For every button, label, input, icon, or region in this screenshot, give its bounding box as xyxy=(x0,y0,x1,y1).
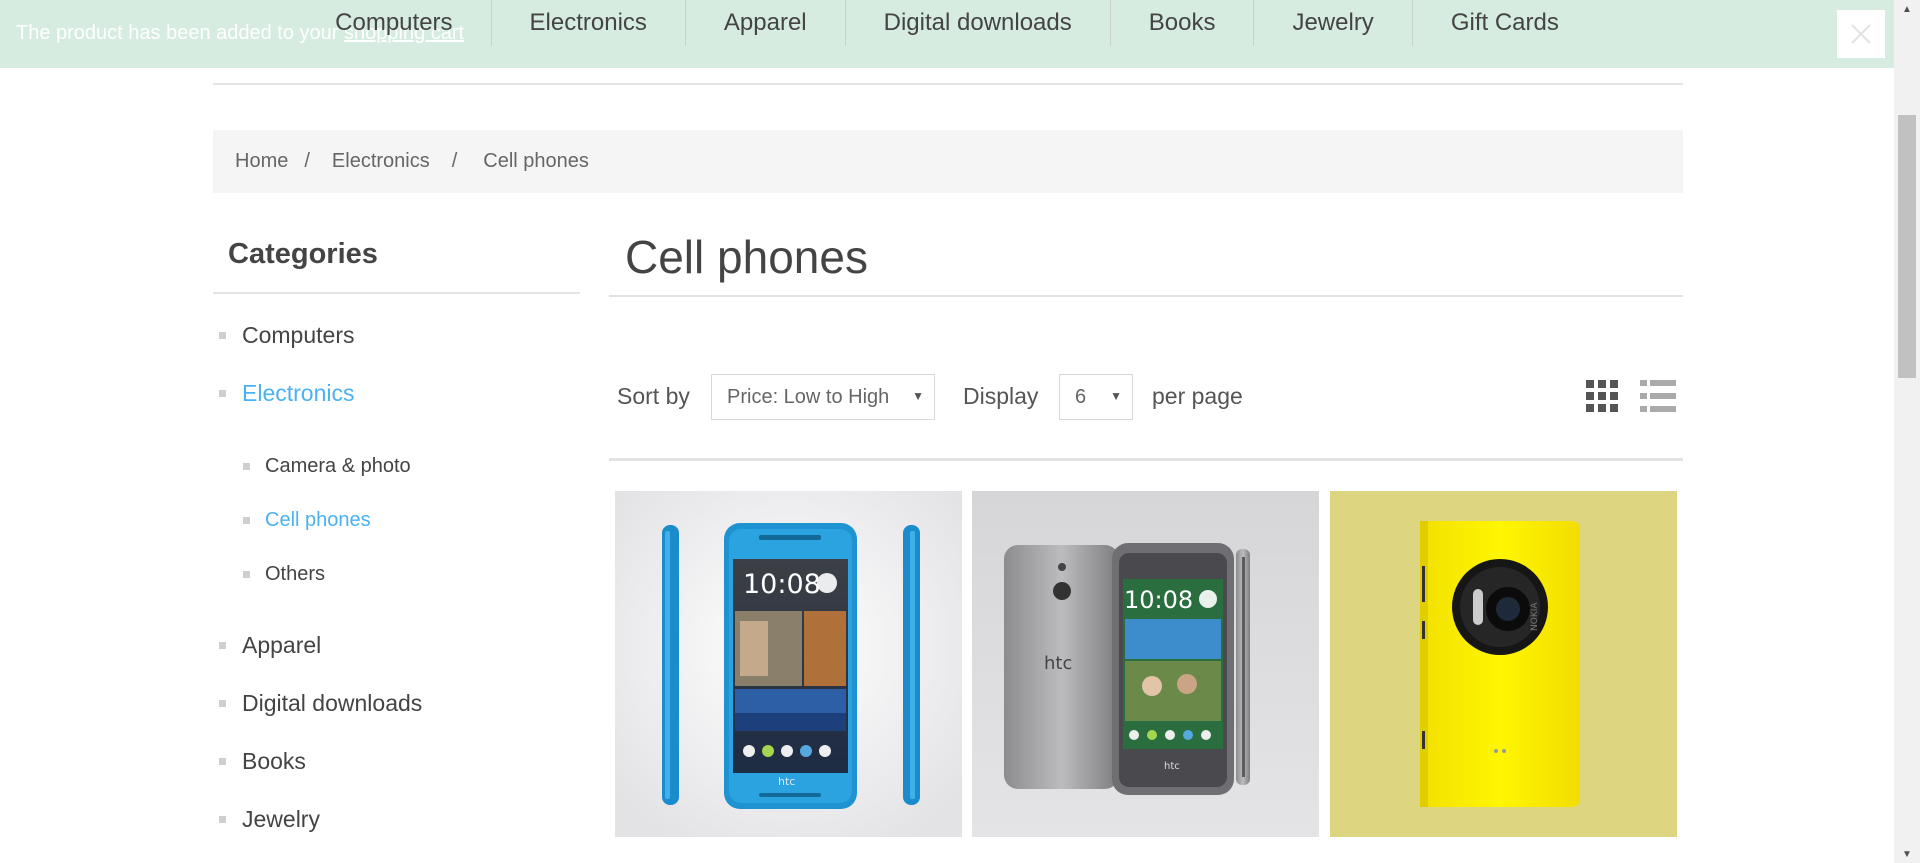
sort-by-label: Sort by xyxy=(617,383,690,409)
silver-htc-phone-image: htc 10:08 htc xyxy=(972,491,1319,837)
sidebar-item-electronics[interactable]: Electronics xyxy=(219,380,354,407)
sidebar-item-label: Books xyxy=(242,748,306,774)
top-menu-jewelry[interactable]: Jewelry xyxy=(1254,0,1413,46)
display-label: Display xyxy=(963,383,1039,409)
title-divider xyxy=(609,295,1683,297)
bullet-icon xyxy=(243,571,250,578)
list-view-icon xyxy=(1640,380,1676,412)
sidebar-item-books[interactable]: Books xyxy=(219,748,306,775)
top-menu-digital-downloads[interactable]: Digital downloads xyxy=(846,0,1111,46)
sidebar-subitem-label: Cell phones xyxy=(265,509,371,531)
sidebar-item-apparel[interactable]: Apparel xyxy=(219,632,321,659)
sort-by-value: Price: Low to High xyxy=(727,385,890,408)
phone-2-time-text: 10:08 xyxy=(1124,586,1193,614)
bullet-icon xyxy=(219,390,226,397)
bullet-icon xyxy=(243,517,250,524)
sidebar-subitem-cell-phones[interactable]: Cell phones xyxy=(243,509,371,532)
top-menu-electronics[interactable]: Electronics xyxy=(492,0,686,46)
breadcrumb-electronics[interactable]: Electronics xyxy=(332,150,430,173)
sidebar-item-label: Electronics xyxy=(242,380,355,406)
per-page-label: per page xyxy=(1152,383,1243,409)
sidebar-item-label: Digital downloads xyxy=(242,690,423,716)
sidebar-item-jewelry[interactable]: Jewelry xyxy=(219,806,320,833)
grid-view-icon xyxy=(1586,380,1618,412)
chevron-down-icon: ▼ xyxy=(912,389,924,403)
product-image-2[interactable]: htc 10:08 htc xyxy=(972,491,1319,837)
breadcrumb-home[interactable]: Home xyxy=(235,150,288,173)
top-menu-apparel[interactable]: Apparel xyxy=(686,0,846,46)
bullet-icon xyxy=(243,463,250,470)
toolbar-divider xyxy=(609,458,1683,461)
top-menu-books[interactable]: Books xyxy=(1111,0,1255,46)
close-icon xyxy=(1851,24,1871,44)
page-size-value: 6 xyxy=(1075,385,1087,408)
top-menu-gift-cards[interactable]: Gift Cards xyxy=(1413,0,1597,46)
sidebar-subitem-others[interactable]: Others xyxy=(243,563,325,586)
sidebar-item-label: Jewelry xyxy=(242,806,320,832)
scroll-down-arrow-icon[interactable]: ▼ xyxy=(1894,845,1920,863)
breadcrumb-current: Cell phones xyxy=(483,150,589,172)
chevron-down-icon: ▼ xyxy=(1110,389,1122,403)
header-divider xyxy=(213,83,1683,85)
svg-text:htc: htc xyxy=(1044,653,1072,674)
yellow-nokia-phone-image: NOKIA xyxy=(1330,491,1677,837)
sidebar-title: Categories xyxy=(228,238,378,270)
grid-view-button[interactable] xyxy=(1586,380,1618,412)
scroll-up-arrow-icon[interactable]: ▲ xyxy=(1894,0,1920,18)
list-view-button[interactable] xyxy=(1640,380,1676,412)
scroll-thumb[interactable] xyxy=(1898,115,1916,378)
sidebar-item-digital-downloads[interactable]: Digital downloads xyxy=(219,690,422,717)
top-menu: Computers Electronics Apparel Digital do… xyxy=(0,0,1894,46)
phone-3-brand-text: NOKIA xyxy=(1530,602,1540,631)
sidebar-item-label: Apparel xyxy=(242,632,322,658)
product-image-3[interactable]: NOKIA xyxy=(1330,491,1677,837)
phone-2-brand-text: htc xyxy=(1164,761,1180,772)
page-scrollbar[interactable]: ▲ ▼ xyxy=(1894,0,1920,863)
breadcrumb-separator: / xyxy=(451,150,458,172)
sidebar-subitem-label: Camera & photo xyxy=(265,455,411,477)
sidebar-item-label: Computers xyxy=(242,322,355,348)
bullet-icon xyxy=(219,758,226,765)
bullet-icon xyxy=(219,816,226,823)
close-notification-button[interactable] xyxy=(1837,10,1885,58)
phone-1-brand-text: htc xyxy=(778,775,795,788)
bullet-icon xyxy=(219,332,226,339)
phone-1-time-text: 10:08 xyxy=(743,569,821,600)
page-title: Cell phones xyxy=(625,231,868,283)
sidebar-subitem-label: Others xyxy=(265,563,326,585)
product-image-1[interactable]: 10:08 htc xyxy=(615,491,962,837)
sidebar-divider xyxy=(213,292,580,294)
display-page-size-select[interactable]: 6 ▼ xyxy=(1059,374,1133,420)
bullet-icon xyxy=(219,700,226,707)
breadcrumb-separator: / xyxy=(304,150,310,172)
blue-htc-phone-image: 10:08 htc xyxy=(615,491,962,837)
sort-by-select[interactable]: Price: Low to High ▼ xyxy=(711,374,935,420)
sidebar-subitem-camera-photo[interactable]: Camera & photo xyxy=(243,455,411,478)
sidebar-item-computers[interactable]: Computers xyxy=(219,322,354,349)
bullet-icon xyxy=(219,642,226,649)
top-menu-computers[interactable]: Computers xyxy=(297,0,492,46)
breadcrumb: Home / Electronics / Cell phones xyxy=(213,130,1683,193)
